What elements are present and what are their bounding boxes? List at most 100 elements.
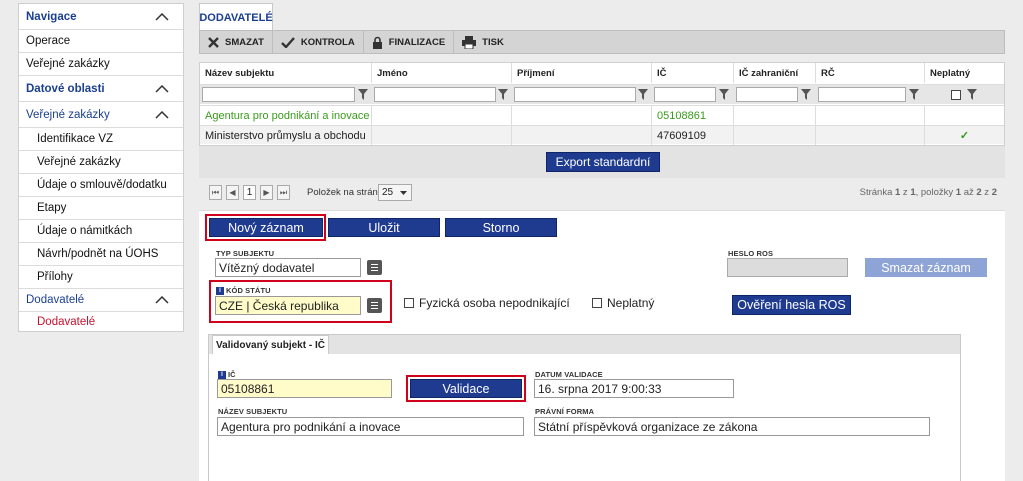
filter-icon[interactable]	[638, 89, 648, 100]
verify-ros-button[interactable]: Ověření hesla ROS	[732, 295, 851, 315]
export-button-label: Export standardní	[555, 155, 651, 169]
cell-prijmeni	[512, 126, 652, 145]
last-page-icon[interactable]: ⏭	[277, 185, 290, 200]
sidebar-section-datove-oblasti[interactable]: Datové oblasti	[19, 76, 183, 102]
check-button[interactable]: KONTROLA	[273, 31, 364, 53]
finalize-button[interactable]: FINALIZACE	[364, 31, 455, 53]
sidebar-item-label: Údaje o smlouvě/dodatku	[37, 179, 167, 191]
verify-ros-button-label: Ověření hesla ROS	[737, 298, 846, 312]
column-header[interactable]: IČ	[652, 63, 734, 83]
invalid-checkbox[interactable]	[592, 298, 602, 308]
filter-input[interactable]	[374, 87, 496, 102]
sidebar-group-verejne-zakazky[interactable]: Veřejné zakázky	[19, 102, 183, 128]
sidebar-item-label: Návrh/podnět na ÚOHS	[37, 248, 159, 260]
sidebar-item-udaje-o-smlouve[interactable]: Údaje o smlouvě/dodatku	[19, 174, 183, 197]
cell-jmeno	[372, 126, 512, 145]
sidebar-item-etapy[interactable]: Etapy	[19, 197, 183, 220]
print-button[interactable]: TISK	[454, 31, 512, 53]
filter-input[interactable]	[202, 87, 355, 102]
validation-date-field[interactable]: 16. srpna 2017 9:00:33	[534, 379, 734, 398]
column-header[interactable]: RČ	[816, 63, 925, 83]
natural-person-label: Fyzická osoba nepodnikající	[419, 296, 570, 310]
column-header[interactable]: Název subjektu	[200, 63, 372, 83]
sidebar-item-label: Veřejné zakázky	[26, 108, 110, 121]
sidebar-item-dodavatele-active[interactable]: Dodavatelé	[19, 312, 183, 332]
table-row[interactable]: Agentura pro podnikání a inovace 0510886…	[200, 105, 1004, 125]
pager-summary-text: z	[981, 187, 992, 198]
column-header[interactable]: Neplatný	[925, 63, 1004, 83]
cell-ic: 05108861	[652, 106, 734, 125]
natural-person-checkbox[interactable]	[404, 298, 414, 308]
subject-type-value: Vítězný dodavatel	[219, 260, 315, 275]
filter-input[interactable]	[736, 87, 798, 102]
filter-icon[interactable]	[801, 89, 811, 100]
highlight-frame	[406, 375, 526, 402]
chevron-up-icon[interactable]	[155, 296, 169, 304]
sidebar-group-dodavatele[interactable]: Dodavatelé	[19, 289, 183, 312]
sidebar-item-label: Dodavatelé	[26, 294, 85, 306]
page-number[interactable]: 1	[243, 185, 256, 200]
sidebar-item-prilohy[interactable]: Přílohy	[19, 266, 183, 289]
ic-value: 05108861	[221, 381, 275, 396]
delete-button-label: SMAZAT	[225, 36, 264, 48]
pager-summary: Stránka 1 z 1, položky 1 až 2 z 2	[860, 187, 997, 198]
sidebar-item-label: Operace	[26, 35, 71, 47]
filter-icon[interactable]	[967, 89, 977, 100]
filter-icon[interactable]	[719, 89, 729, 100]
toolbar: SMAZAT KONTROLA FINALIZACE TISK	[199, 30, 1005, 54]
subject-name-label: NÁZEV SUBJEKTU	[218, 407, 288, 416]
checkmark-icon: ✓	[959, 130, 970, 142]
subject-name-value: Agentura pro podnikání a inovace	[221, 419, 401, 434]
sidebar-item-label: Údaje o námitkách	[37, 225, 133, 237]
filter-input[interactable]	[654, 87, 716, 102]
export-button[interactable]: Export standardní	[546, 152, 660, 172]
country-code-field[interactable]: CZE | Česká republika	[215, 296, 361, 315]
chevron-up-icon[interactable]	[155, 84, 169, 93]
filter-input[interactable]	[514, 87, 636, 102]
cancel-button[interactable]: Storno	[445, 218, 557, 237]
filter-icon[interactable]	[498, 89, 508, 100]
per-page-select[interactable]: 25	[378, 184, 412, 201]
subject-name-field[interactable]: Agentura pro podnikání a inovace	[217, 417, 524, 436]
column-header[interactable]: IČ zahraniční	[734, 63, 816, 83]
delete-record-button-label: Smazat záznam	[881, 260, 971, 275]
column-header[interactable]: Jméno	[372, 63, 512, 83]
legal-form-field[interactable]: Státní příspěvková organizace ze zákona	[534, 417, 930, 436]
ros-password-field[interactable]	[727, 258, 848, 277]
filter-input[interactable]	[818, 87, 906, 102]
prev-page-icon[interactable]: ◀	[226, 185, 239, 200]
sidebar-section-navigace[interactable]: Navigace	[19, 4, 183, 30]
filter-checkbox[interactable]	[951, 90, 961, 100]
tab-validated-subject[interactable]: Validovaný subjekt - IČ	[212, 335, 329, 354]
first-page-icon[interactable]: ⏮	[209, 185, 222, 200]
sidebar-item-navrh-podnet[interactable]: Návrh/podnět na ÚOHS	[19, 243, 183, 266]
list-icon[interactable]	[367, 260, 382, 275]
delete-record-button[interactable]: Smazat záznam	[865, 258, 987, 277]
sidebar-item-verejne-zakazky[interactable]: Veřejné zakázky	[19, 53, 183, 76]
list-icon[interactable]	[367, 298, 382, 313]
lock-icon	[372, 36, 382, 49]
highlight-frame	[205, 214, 326, 241]
subject-type-field[interactable]: Vítězný dodavatel	[215, 258, 361, 277]
chevron-down-icon	[400, 191, 407, 195]
sidebar-item-udaje-o-namitkach[interactable]: Údaje o námitkách	[19, 220, 183, 243]
filter-icon[interactable]	[909, 89, 919, 100]
chevron-up-icon[interactable]	[155, 110, 169, 119]
delete-button[interactable]: SMAZAT	[200, 31, 273, 53]
country-code-value: CZE | Česká republika	[219, 298, 339, 313]
chevron-up-icon[interactable]	[155, 12, 169, 21]
table-row[interactable]: Ministerstvo průmyslu a obchodu 47609109…	[200, 125, 1004, 145]
subject-type-label: TYP SUBJEKTU	[216, 249, 275, 258]
next-page-icon[interactable]: ▶	[260, 185, 273, 200]
tab-dodavatele[interactable]: DODAVATELÉ	[199, 3, 273, 31]
filter-icon[interactable]	[358, 89, 368, 100]
column-header[interactable]: Příjmení	[512, 63, 652, 83]
cell-neplatny	[925, 106, 1004, 125]
sidebar-item-operace[interactable]: Operace	[19, 30, 183, 53]
invalid-label: Neplatný	[607, 296, 655, 310]
ic-field[interactable]: 05108861	[217, 379, 392, 398]
tab-label: DODAVATELÉ	[199, 11, 273, 24]
save-button[interactable]: Uložit	[328, 218, 440, 237]
sidebar-item-verejne-zakazky-sub[interactable]: Veřejné zakázky	[19, 151, 183, 174]
sidebar-item-identifikace-vz[interactable]: Identifikace VZ	[19, 128, 183, 151]
